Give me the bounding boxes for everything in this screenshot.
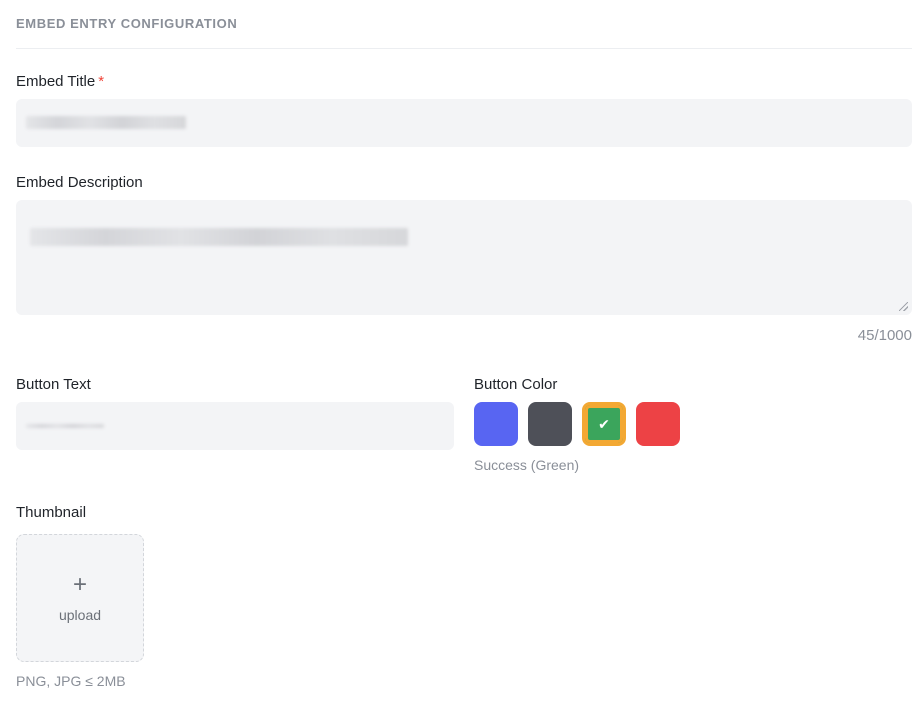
embed-description-textarea[interactable]: [16, 200, 912, 315]
embed-title-label-text: Embed Title: [16, 73, 96, 90]
swatch-red[interactable]: [636, 402, 680, 446]
section-title: EMBED ENTRY CONFIGURATION: [16, 16, 238, 31]
section-divider: [16, 48, 912, 49]
selected-color-caption: Success (Green): [474, 457, 580, 473]
thumbnail-upload-button[interactable]: + upload: [16, 534, 144, 662]
embed-title-input[interactable]: [16, 99, 912, 147]
button-color-label: Button Color: [474, 376, 558, 393]
checkmark-icon: ✔: [598, 415, 610, 432]
resize-handle[interactable]: [899, 302, 908, 311]
redacted-description-value: [30, 228, 408, 246]
thumbnail-label: Thumbnail: [16, 504, 87, 521]
button-text-label: Button Text: [16, 376, 91, 393]
redacted-button-text-value: [26, 424, 104, 428]
description-char-counter: 45/1000: [857, 327, 912, 344]
required-mark: *: [98, 73, 105, 90]
swatch-blurple[interactable]: [474, 402, 518, 446]
thumbnail-format-hint: PNG, JPG ≤ 2MB: [16, 673, 126, 689]
embed-title-label: Embed Title *: [16, 73, 104, 90]
plus-icon: +: [72, 571, 87, 598]
upload-label: upload: [58, 607, 102, 623]
swatch-green[interactable]: ✔: [582, 402, 626, 446]
swatch-grey[interactable]: [528, 402, 572, 446]
color-swatch-group: ✔: [474, 402, 680, 446]
redacted-title-value: [26, 116, 186, 129]
embed-description-label: Embed Description: [16, 174, 143, 191]
button-text-input[interactable]: [16, 402, 454, 450]
